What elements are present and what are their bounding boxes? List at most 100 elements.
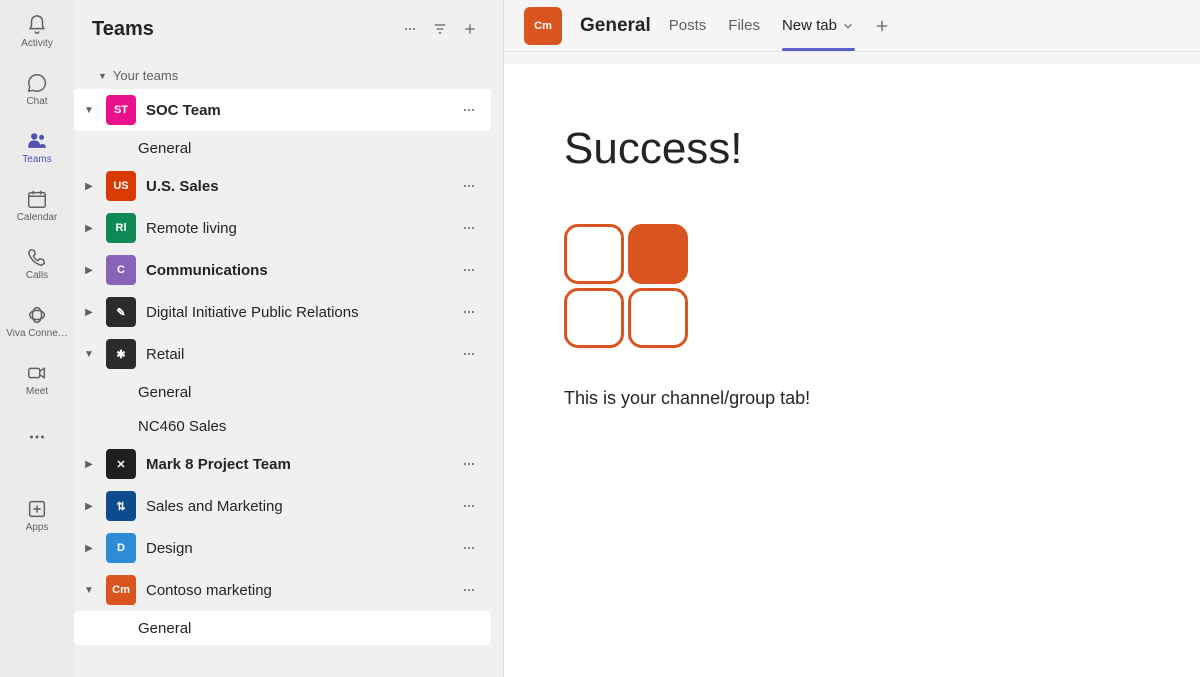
chevron-right-icon[interactable]: ▶ xyxy=(82,181,96,192)
team-row[interactable]: ▶RlRemote living xyxy=(74,207,491,249)
rail-label: Calls xyxy=(26,271,48,281)
team-row[interactable]: ▶✎Digital Initiative Public Relations xyxy=(74,291,491,333)
channel-title: General xyxy=(580,15,651,37)
team-more-button[interactable] xyxy=(455,214,483,242)
chevron-down-icon[interactable]: ▼ xyxy=(82,349,96,360)
chevron-right-icon[interactable]: ▶ xyxy=(82,223,96,234)
rail-label: Apps xyxy=(26,523,49,533)
team-row[interactable]: ▼ Cm Contoso marketing xyxy=(74,569,491,611)
channel-header: Cm General Posts Files New tab xyxy=(504,0,1200,52)
more-icon xyxy=(25,425,49,449)
team-name: U.S. Sales xyxy=(146,178,445,195)
tab-posts[interactable]: Posts xyxy=(669,0,707,51)
create-team-button[interactable] xyxy=(455,14,485,44)
tab-content: Success! This is your channel/group tab! xyxy=(504,64,1200,677)
team-more-button[interactable] xyxy=(455,172,483,200)
team-avatar: US xyxy=(106,171,136,201)
calendar-icon xyxy=(25,187,49,211)
team-more-button[interactable] xyxy=(455,492,483,520)
teams-options-button[interactable] xyxy=(395,14,425,44)
teams-tree[interactable]: ▼ ST SOC Team General ▶ US U.S. Sales ▶RlRemote… xyxy=(74,89,503,677)
calls-icon xyxy=(25,245,49,269)
team-row[interactable]: ▶ ⇅ Sales and Marketing xyxy=(74,485,491,527)
team-more-button[interactable] xyxy=(455,450,483,478)
rail-label: Meet xyxy=(26,387,48,397)
team-name: Retail xyxy=(146,346,445,363)
chevron-down-icon[interactable]: ▼ xyxy=(82,105,96,116)
channel-row[interactable]: NC460 Sales xyxy=(74,409,491,443)
team-avatar: ST xyxy=(106,95,136,125)
channel-row[interactable]: General xyxy=(74,375,491,409)
chevron-right-icon[interactable]: ▶ xyxy=(82,543,96,554)
rail-more[interactable] xyxy=(3,410,71,464)
team-name: Communications xyxy=(146,262,445,279)
rail-label: Calendar xyxy=(17,213,58,223)
team-avatar: Cm xyxy=(106,575,136,605)
team-name: Digital Initiative Public Relations xyxy=(146,304,445,321)
team-row[interactable]: ▶ C Communications xyxy=(74,249,491,291)
viva-icon xyxy=(25,303,49,327)
team-more-button[interactable] xyxy=(455,298,483,326)
team-name: Mark 8 Project Team xyxy=(146,456,445,473)
rail-label: Chat xyxy=(26,97,47,107)
team-name: Contoso marketing xyxy=(146,582,445,599)
chevron-down-icon[interactable]: ▼ xyxy=(82,585,96,596)
tab-files[interactable]: Files xyxy=(728,0,760,51)
content-body: This is your channel/group tab! xyxy=(564,388,1140,409)
chevron-right-icon[interactable]: ▶ xyxy=(82,459,96,470)
chat-icon xyxy=(25,71,49,95)
team-more-button[interactable] xyxy=(455,96,483,124)
team-row[interactable]: ▶ ✕ Mark 8 Project Team xyxy=(74,443,491,485)
logo-tile xyxy=(564,288,624,348)
team-more-button[interactable] xyxy=(455,576,483,604)
chevron-right-icon[interactable]: ▶ xyxy=(82,307,96,318)
logo-tile xyxy=(628,288,688,348)
bell-icon xyxy=(25,13,49,37)
team-row[interactable]: ▶DDesign xyxy=(74,527,491,569)
team-more-button[interactable] xyxy=(455,256,483,284)
teams-sidebar: Teams ▼ Your teams ▼ ST SOC Team General ▶ US… xyxy=(74,0,504,677)
logo-tile xyxy=(628,224,688,284)
rail-viva[interactable]: Viva Conne… xyxy=(3,294,71,348)
team-row[interactable]: ▶ US U.S. Sales xyxy=(74,165,491,207)
rail-activity[interactable]: Activity xyxy=(3,4,71,58)
team-name: SOC Team xyxy=(146,102,445,119)
team-more-button[interactable] xyxy=(455,340,483,368)
team-more-button[interactable] xyxy=(455,534,483,562)
app-logo xyxy=(564,224,1140,348)
team-avatar: ✕ xyxy=(106,449,136,479)
rail-calls[interactable]: Calls xyxy=(3,236,71,290)
tab-new-tab[interactable]: New tab xyxy=(782,0,855,51)
rail-label: Viva Conne… xyxy=(6,329,68,339)
logo-tile xyxy=(564,224,624,284)
teams-icon xyxy=(25,129,49,153)
chevron-right-icon[interactable]: ▶ xyxy=(82,501,96,512)
team-name: Remote living xyxy=(146,220,445,237)
app-rail: Activity Chat Teams Calendar Calls Viva … xyxy=(0,0,74,677)
team-name: Sales and Marketing xyxy=(146,498,445,515)
rail-label: Teams xyxy=(22,155,51,165)
team-row[interactable]: ▼ ✱ Retail xyxy=(74,333,491,375)
apps-icon xyxy=(25,497,49,521)
rail-apps[interactable]: Apps xyxy=(3,488,71,542)
meet-icon xyxy=(25,361,49,385)
team-avatar: ✱ xyxy=(106,339,136,369)
your-teams-section[interactable]: ▼ Your teams xyxy=(74,58,503,89)
team-name: Design xyxy=(146,540,445,557)
team-avatar: C xyxy=(106,255,136,285)
main-area: Cm General Posts Files New tab Success! Th… xyxy=(504,0,1200,677)
rail-meet[interactable]: Meet xyxy=(3,352,71,406)
rail-calendar[interactable]: Calendar xyxy=(3,178,71,232)
rail-teams[interactable]: Teams xyxy=(3,120,71,174)
rail-chat[interactable]: Chat xyxy=(3,62,71,116)
channel-row[interactable]: General xyxy=(74,131,491,165)
filter-button[interactable] xyxy=(425,14,455,44)
add-tab-button[interactable] xyxy=(873,17,891,35)
chevron-right-icon[interactable]: ▶ xyxy=(82,265,96,276)
channel-tabs: Posts Files New tab xyxy=(669,0,855,51)
team-row[interactable]: ▼ ST SOC Team xyxy=(74,89,491,131)
team-avatar[interactable]: Cm xyxy=(524,7,562,45)
team-avatar: ⇅ xyxy=(106,491,136,521)
channel-row[interactable]: General xyxy=(74,611,491,645)
sidebar-title: Teams xyxy=(92,18,395,41)
